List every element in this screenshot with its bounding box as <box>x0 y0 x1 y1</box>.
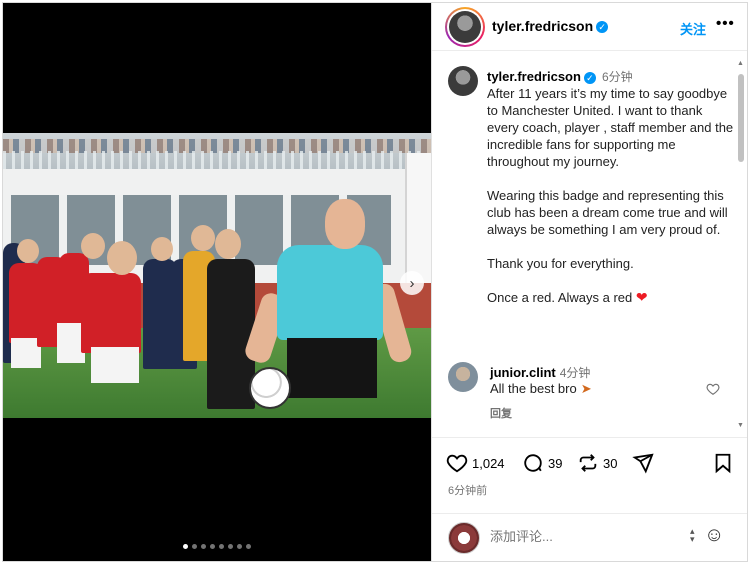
repost-action[interactable]: 30 <box>577 452 617 474</box>
scrollbar-thumb[interactable] <box>738 74 744 162</box>
like-count: 1,024 <box>472 455 505 471</box>
header-username-wrap: tyler.fredricson ✓ <box>492 18 609 34</box>
avatar-image <box>449 11 481 43</box>
player-figure <box>207 259 255 409</box>
repost-icon <box>579 454 597 472</box>
player-head <box>151 237 173 261</box>
follow-button[interactable]: 关注 <box>680 19 706 38</box>
comment-composer: ▴▾ ☺ <box>432 513 747 561</box>
chevron-right-icon: › <box>409 274 415 292</box>
player-head <box>215 229 241 259</box>
carousel-dot[interactable] <box>237 544 242 549</box>
scroll-down-icon[interactable]: ▼ <box>737 422 744 429</box>
save-action[interactable] <box>712 452 734 474</box>
caption-paragraph: Wearing this badge and representing this… <box>487 188 728 237</box>
comment-icon <box>524 454 542 472</box>
referee-shirt <box>277 245 383 340</box>
carousel-dot[interactable] <box>210 544 215 549</box>
post-header: tyler.fredricson ✓ 关注 ••• <box>432 3 747 51</box>
post-panel: tyler.fredricson ✓ 关注 ••• tyler.fredricso… <box>431 3 747 561</box>
comment-action[interactable]: 39 <box>522 452 562 474</box>
like-action[interactable]: 1,024 <box>446 452 505 474</box>
carousel-dot[interactable] <box>246 544 251 549</box>
post-actions: 1,024 39 30 6分钟前 <box>432 437 747 521</box>
player-shorts <box>91 347 139 383</box>
carousel-dots <box>3 544 431 549</box>
player-head <box>17 239 39 263</box>
player-head <box>107 241 137 275</box>
player-head <box>81 233 105 259</box>
caption-text: After 11 years it’s my time to say goodb… <box>487 85 737 323</box>
player-figure <box>81 273 141 353</box>
caption-header: tyler.fredricson ✓ 6分钟 <box>487 68 633 85</box>
media-carousel: › <box>3 3 431 561</box>
referee-shorts <box>287 338 377 398</box>
post-dialog: › tyler.fredricson ✓ 关注 ••• tyler.fredric… <box>2 2 748 562</box>
comment-text: All the best bro <box>490 381 577 396</box>
share-action[interactable] <box>632 452 654 474</box>
comment-text-wrap: All the best bro ➤ <box>490 381 592 397</box>
carousel-dot[interactable] <box>192 544 197 549</box>
bookmark-icon <box>715 453 731 474</box>
scroll-up-icon[interactable]: ▲ <box>737 60 744 67</box>
verified-badge-icon: ✓ <box>596 21 609 34</box>
football <box>249 367 291 409</box>
caption-paragraph: Thank you for everything. <box>487 256 634 271</box>
comment-username[interactable]: junior.clint <box>490 365 556 380</box>
caption-username[interactable]: tyler.fredricson <box>487 69 581 84</box>
reply-button[interactable]: 回复 <box>490 405 512 421</box>
verified-badge-icon: ✓ <box>583 71 596 84</box>
comment-avatar[interactable] <box>448 362 478 392</box>
photo-railing <box>3 151 423 169</box>
next-image-button[interactable]: › <box>400 271 424 295</box>
caption-paragraph: Once a red. Always a red <box>487 290 633 305</box>
sort-arrows-icon[interactable]: ▴ ▾ <box>690 527 695 544</box>
post-timestamp: 6分钟前 <box>448 485 488 497</box>
more-options-icon[interactable]: ••• <box>716 15 735 32</box>
carousel-dot[interactable] <box>228 544 233 549</box>
comment-time: 4分钟 <box>559 366 591 380</box>
repost-count: 30 <box>603 455 618 471</box>
comment-input[interactable] <box>490 529 680 544</box>
carousel-dot[interactable] <box>219 544 224 549</box>
post-photo <box>3 133 431 418</box>
caption-time: 6分钟 <box>601 70 633 84</box>
comments-section: tyler.fredricson ✓ 6分钟 After 11 years it’s… <box>432 52 747 437</box>
share-icon <box>632 453 654 474</box>
heart-icon <box>446 454 468 473</box>
caption-last-line: Once a red. Always a red ❤ <box>487 289 737 306</box>
caption-avatar[interactable] <box>448 66 478 96</box>
header-username[interactable]: tyler.fredricson <box>492 18 593 34</box>
rocket-icon: ➤ <box>580 381 592 396</box>
red-heart-icon: ❤ <box>635 289 648 305</box>
referee-head <box>325 199 365 249</box>
comment-count: 39 <box>548 455 563 471</box>
comments-scrollbar[interactable]: ▲ ▼ <box>737 60 745 430</box>
comment-header: junior.clint 4分钟 <box>490 364 590 381</box>
current-user-avatar <box>448 522 480 554</box>
carousel-dot[interactable] <box>201 544 206 549</box>
caption-paragraph: After 11 years it’s my time to say goodb… <box>487 86 734 169</box>
avatar-frame <box>447 9 483 45</box>
player-head <box>191 225 215 251</box>
emoji-icon[interactable]: ☺ <box>704 524 724 547</box>
carousel-dot[interactable] <box>183 544 188 549</box>
comment-like-icon[interactable] <box>706 382 720 399</box>
profile-avatar[interactable] <box>445 7 485 47</box>
